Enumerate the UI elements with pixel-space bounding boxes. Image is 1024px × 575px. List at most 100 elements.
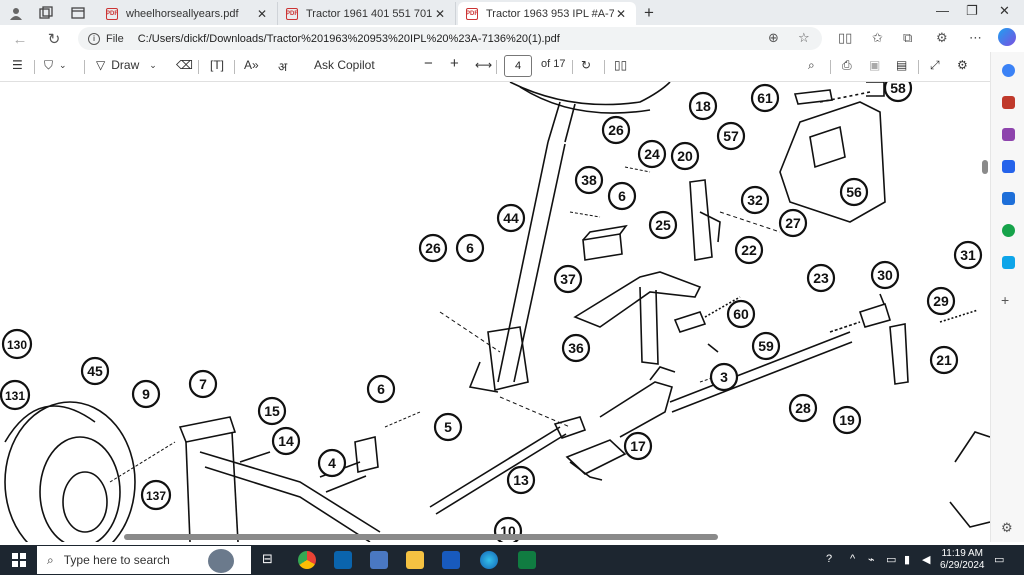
tools-icon[interactable]: [1002, 96, 1015, 109]
toolbar-separator: [572, 60, 573, 74]
power-icon[interactable]: ▭: [886, 553, 896, 566]
pdf-page[interactable]: 18 61 58 26 57 24 20 38 6 56 44 32 25 27 26 6 22 37 31 23 30…: [0, 82, 990, 542]
callout-label: 59: [758, 338, 774, 354]
notifications-icon[interactable]: ▭: [994, 553, 1004, 566]
collections-icon[interactable]: ⧉: [903, 30, 912, 46]
callout-label: 38: [581, 172, 597, 188]
callout-label: 28: [795, 400, 811, 416]
clock[interactable]: 11:19 AM 6/29/2024: [940, 548, 985, 572]
sidebar-settings-icon[interactable]: ⚙: [1001, 520, 1014, 535]
file-explorer-icon[interactable]: [406, 551, 424, 569]
zoom-in-button[interactable]: +: [450, 55, 459, 72]
callout-label: 44: [503, 210, 519, 226]
copilot-icon[interactable]: [998, 28, 1016, 46]
mail-icon[interactable]: [334, 551, 352, 569]
print-icon[interactable]: ⎙: [842, 58, 852, 73]
url-field[interactable]: i File C:/Users/dickf/Downloads/Tractor%…: [78, 27, 822, 50]
refresh-icon[interactable]: ↻: [43, 28, 65, 50]
vertical-scrollbar[interactable]: [980, 82, 990, 542]
callout-label: 6: [377, 381, 385, 397]
tab-wheelhorse[interactable]: PDF wheelhorseallyears.pdf ✕: [98, 2, 278, 25]
favorite-star-icon[interactable]: ☆: [798, 30, 810, 46]
add-sidebar-icon[interactable]: +: [1001, 292, 1014, 308]
myheritage-icon[interactable]: [370, 551, 388, 569]
highlight-icon[interactable]: ⛉ ⌄: [44, 58, 67, 73]
extensions-icon[interactable]: ⚙: [936, 30, 948, 46]
split-screen-icon[interactable]: ▯▯: [838, 30, 852, 46]
contents-icon[interactable]: ☰: [12, 58, 23, 72]
callout-label: 23: [813, 270, 829, 286]
battery-icon[interactable]: ▮: [904, 553, 910, 566]
page-number-input[interactable]: 4: [504, 55, 532, 77]
close-icon[interactable]: ✕: [255, 7, 269, 21]
windows-start-icon[interactable]: [12, 553, 26, 567]
favorites-icon[interactable]: ✩: [872, 30, 883, 46]
close-icon[interactable]: ✕: [614, 7, 628, 21]
tray-chevron-icon[interactable]: ^: [850, 553, 855, 565]
translate-icon[interactable]: अ: [278, 58, 287, 75]
new-tab-button[interactable]: +: [644, 3, 654, 23]
save-icon[interactable]: ▣: [869, 58, 880, 72]
ask-copilot-button[interactable]: Ask Copilot: [314, 58, 375, 72]
edge-sidebar: + ⚙: [990, 52, 1024, 542]
word-icon[interactable]: [442, 551, 460, 569]
games-icon[interactable]: [1002, 128, 1015, 141]
search-icon[interactable]: ⌕: [808, 58, 815, 73]
copilot-sidebar-icon[interactable]: [1002, 160, 1015, 173]
edge-icon[interactable]: [480, 551, 498, 569]
callout-label: 57: [723, 128, 739, 144]
task-view-icon[interactable]: ⊟: [262, 551, 280, 569]
callout-label: 32: [747, 192, 763, 208]
help-icon[interactable]: ?: [826, 553, 832, 565]
callout-label: 3: [720, 369, 728, 385]
callout-label: 29: [933, 293, 949, 309]
more-menu-icon[interactable]: ⋯: [969, 30, 982, 46]
horizontal-scroll-thumb[interactable]: [124, 534, 718, 540]
search-sidebar-icon[interactable]: [1002, 64, 1015, 77]
toolbar-separator: [830, 60, 831, 74]
toolbar-separator: [198, 60, 199, 74]
volume-icon[interactable]: ◀: [922, 553, 930, 566]
profile-icon[interactable]: [6, 3, 26, 23]
callout-label: 137: [146, 489, 166, 503]
chrome-icon[interactable]: [298, 551, 316, 569]
fit-page-icon[interactable]: ⟷: [475, 58, 492, 72]
workspaces-icon[interactable]: [36, 3, 56, 23]
search-highlight-icon[interactable]: [208, 549, 234, 573]
back-icon[interactable]: ←: [9, 28, 31, 50]
close-icon[interactable]: ✕: [433, 7, 447, 21]
read-aloud-icon[interactable]: A»: [244, 58, 259, 72]
toolbar-separator: [34, 60, 35, 74]
network-icon[interactable]: ⌁: [868, 553, 875, 566]
zoom-icon[interactable]: ⊕: [768, 30, 779, 46]
tab-tractor-1961[interactable]: PDF Tractor 1961 401 551 701 OM IPL ✕: [278, 2, 456, 25]
restore-icon[interactable]: ❐: [966, 3, 978, 19]
fullscreen-icon[interactable]: ⤢: [930, 58, 940, 73]
text-box-icon[interactable]: [T]: [210, 58, 224, 72]
page-view-icon[interactable]: ▯▯: [614, 58, 627, 72]
rotate-icon[interactable]: ↻: [581, 58, 591, 72]
url-text[interactable]: C:/Users/dickf/Downloads/Tractor%201963%…: [138, 33, 560, 45]
tab-actions-icon[interactable]: [68, 3, 88, 23]
callout-label: 6: [466, 240, 474, 256]
info-icon[interactable]: i: [88, 32, 100, 45]
vertical-scroll-thumb[interactable]: [982, 160, 988, 174]
zoom-out-button[interactable]: −: [424, 55, 433, 72]
draw-button[interactable]: ▽ Draw ⌄: [96, 58, 157, 72]
callout-label: 45: [87, 363, 103, 379]
eraser-icon[interactable]: ⌫: [176, 58, 193, 72]
clock-date: 6/29/2024: [940, 560, 985, 571]
pdf-icon: PDF: [466, 7, 478, 20]
send-icon[interactable]: [1002, 256, 1015, 269]
save-as-icon[interactable]: ▤: [896, 58, 907, 72]
tree-icon[interactable]: [1002, 224, 1015, 237]
minimize-icon[interactable]: —: [936, 3, 949, 18]
tab-tractor-1963[interactable]: PDF Tractor 1963 953 IPL #A-7136 (1). ✕: [458, 2, 636, 25]
pdf-settings-icon[interactable]: ⚙: [957, 58, 968, 72]
toolbar-separator: [84, 60, 85, 74]
outlook-icon[interactable]: [1002, 192, 1015, 205]
toolbar-separator: [496, 60, 497, 74]
window-close-icon[interactable]: ✕: [999, 3, 1010, 19]
excel-icon[interactable]: [518, 551, 536, 569]
callout-label: 21: [936, 352, 952, 368]
